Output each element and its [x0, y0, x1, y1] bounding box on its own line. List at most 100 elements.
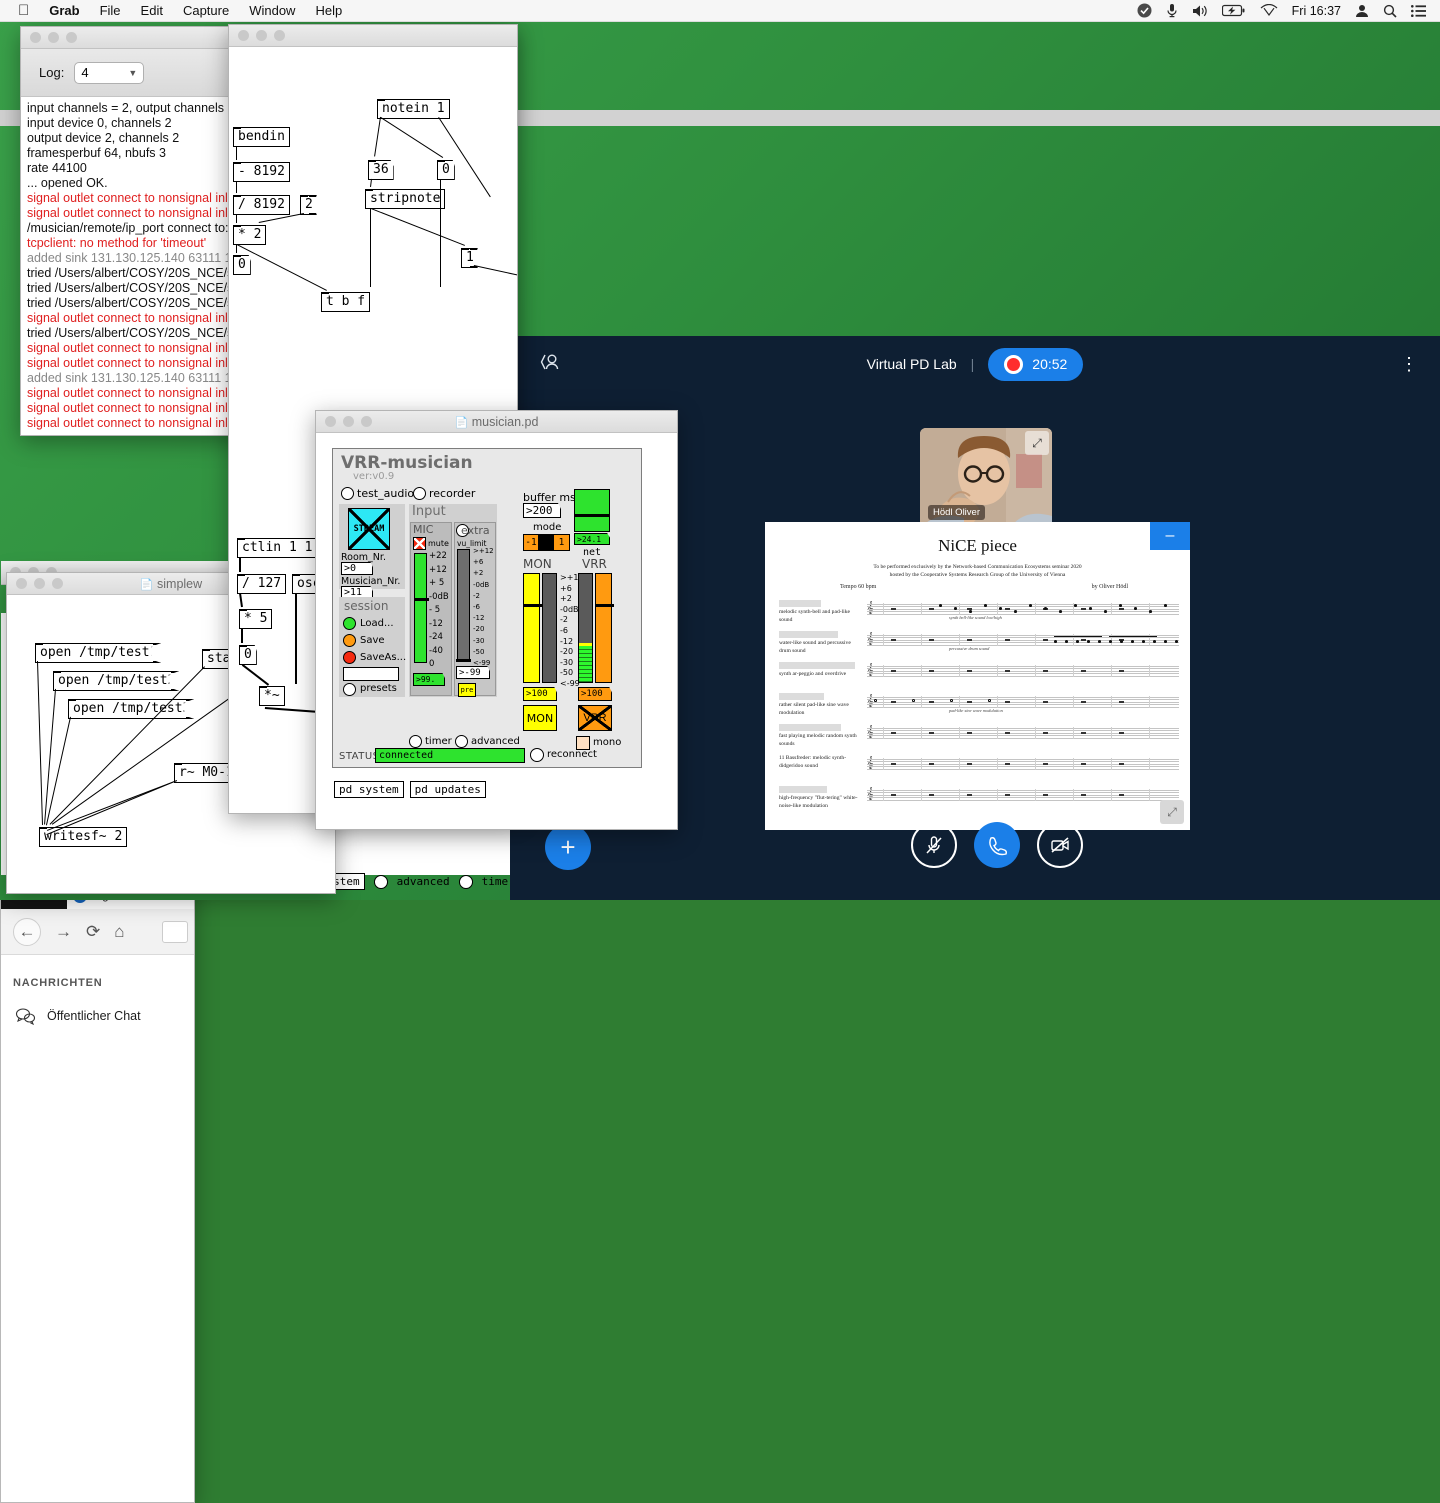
microphone-icon[interactable]	[1166, 3, 1178, 18]
pd-object[interactable]: bendin	[233, 127, 290, 147]
reload-icon[interactable]: ⟳	[86, 922, 100, 942]
close-icon[interactable]	[30, 32, 41, 43]
menubar-item-capture[interactable]: Capture	[183, 3, 229, 18]
pd-object[interactable]: *~	[259, 686, 285, 706]
more-vertical-icon[interactable]: ⋮	[1400, 355, 1418, 373]
pd-object[interactable]: / 127	[237, 574, 287, 594]
pd-updates-button[interactable]: pd updates	[409, 781, 486, 798]
mon-button[interactable]: MON	[523, 705, 557, 731]
pd-object[interactable]: t b f	[321, 292, 371, 312]
log-level-select[interactable]: 4 ▼	[74, 61, 145, 84]
pd-object[interactable]: open /tmp/test1	[35, 643, 162, 663]
window-lights[interactable]	[325, 416, 372, 427]
mic-mute-toggle[interactable]	[413, 537, 426, 550]
menubar-clock[interactable]: Fri 16:37	[1292, 4, 1341, 18]
mode-seg-cell[interactable]	[539, 535, 554, 550]
sheet-music-document[interactable]: – NiCE piece To be performed exclusively…	[765, 522, 1190, 830]
minimize-icon[interactable]: –	[1150, 522, 1190, 550]
home-icon[interactable]: ⌂	[114, 922, 124, 942]
hangup-button[interactable]	[974, 822, 1020, 868]
mono-toggle[interactable]	[576, 736, 590, 750]
macos-menubar[interactable]:  Grab File Edit Capture Window Help Fri 16:3…	[0, 0, 1440, 22]
mon-slider[interactable]	[523, 573, 542, 683]
session-bang[interactable]	[343, 634, 356, 647]
minimize-icon[interactable]	[256, 30, 267, 41]
zoom-icon[interactable]	[361, 416, 372, 427]
vu-limit-value[interactable]: >-99	[456, 666, 490, 679]
vrr-button[interactable]: VRR	[578, 705, 612, 731]
battery-charging-icon[interactable]	[1221, 4, 1246, 17]
window-lights[interactable]	[30, 32, 77, 43]
vu-limit-slider[interactable]	[457, 549, 470, 661]
apple-logo-icon[interactable]: 	[18, 3, 29, 18]
vrr-value[interactable]: >100	[578, 687, 612, 701]
browser-navbar[interactable]: ← → ⟳ ⌂	[1, 909, 194, 955]
close-icon[interactable]	[16, 578, 27, 589]
pd-object[interactable]: 0	[437, 160, 455, 180]
mode-seg-cell[interactable]: 1	[554, 535, 569, 550]
presets-toggle[interactable]	[343, 683, 356, 696]
mon-value[interactable]: >100	[523, 687, 557, 701]
pd-system-button[interactable]: pd system	[334, 781, 404, 798]
session-name-field[interactable]	[343, 667, 399, 681]
window-lights[interactable]	[238, 30, 285, 41]
musician-titlebar[interactable]: 📄 musician.pd	[316, 411, 677, 433]
pd-object[interactable]: stripnote	[365, 189, 446, 209]
pd-object[interactable]: 36	[368, 160, 394, 180]
pd-object[interactable]: writesf~ 2	[39, 827, 128, 847]
pd-object[interactable]: open /tmp/test3	[68, 699, 195, 719]
mic-toggle-button[interactable]	[911, 822, 957, 868]
minimize-icon[interactable]	[48, 32, 59, 43]
pd-object[interactable]: * 2	[233, 225, 267, 245]
advanced-toggle[interactable]	[373, 874, 388, 889]
pd-object[interactable]: - 8192	[233, 162, 290, 182]
participant-video-tile[interactable]: ⤢ Hödl Oliver	[920, 428, 1052, 528]
add-button[interactable]: +	[545, 824, 591, 870]
zoom-icon[interactable]	[52, 578, 63, 589]
menubar-status-area[interactable]: Fri 16:37	[1137, 3, 1426, 18]
menubar-item-help[interactable]: Help	[315, 3, 342, 18]
pd-object[interactable]: / 8192	[233, 195, 290, 215]
pre-button[interactable]: pre	[458, 683, 476, 697]
zoom-icon[interactable]	[274, 30, 285, 41]
public-chat-item[interactable]: Öffentlicher Chat	[15, 1007, 194, 1025]
forward-arrow-icon[interactable]: →	[55, 922, 72, 942]
close-icon[interactable]	[238, 30, 249, 41]
search-icon[interactable]	[1383, 4, 1397, 18]
mic-level-handle[interactable]	[414, 598, 429, 601]
reconnect-toggle[interactable]	[530, 748, 544, 762]
test-audio-toggle[interactable]	[341, 487, 354, 500]
browser-window-bigbluebutton[interactable]: b BigBlueB ← → ⟳ ⌂ NACHRICHTEN Öffentlic…	[0, 592, 195, 1503]
address-bar[interactable]	[162, 920, 188, 943]
vrr-slider[interactable]	[595, 573, 614, 683]
menubar-item-window[interactable]: Window	[249, 3, 295, 18]
pd-object[interactable]: 2	[300, 195, 317, 215]
mic-value[interactable]: >99.	[413, 673, 445, 686]
window-lights[interactable]	[16, 578, 63, 589]
timer-toggle[interactable]	[458, 874, 473, 889]
minimize-icon[interactable]	[343, 416, 354, 427]
pd-object[interactable]: 0	[233, 255, 251, 275]
minimize-icon[interactable]	[34, 578, 45, 589]
advanced-toggle[interactable]	[455, 735, 468, 748]
session-bang[interactable]	[343, 651, 356, 664]
wifi-icon[interactable]	[1260, 4, 1278, 17]
mode-seg-cell[interactable]: -1	[524, 535, 539, 550]
back-arrow-icon[interactable]: ←	[13, 917, 41, 946]
pd-object[interactable]: * 5	[239, 609, 273, 629]
buffer-value[interactable]: >200	[523, 503, 561, 518]
session-bang[interactable]	[343, 617, 356, 630]
menubar-items[interactable]: Grab File Edit Capture Window Help	[29, 3, 342, 18]
timer-toggle[interactable]	[409, 735, 422, 748]
menubar-item-grab[interactable]: Grab	[49, 3, 79, 18]
stream-toggle[interactable]: STREAM	[348, 508, 390, 550]
pd-object[interactable]: ctlin 1 1	[237, 538, 318, 558]
expand-icon[interactable]: ⤢	[1025, 431, 1049, 455]
recorder-toggle[interactable]	[413, 487, 426, 500]
vu-limit-handle[interactable]	[456, 659, 471, 662]
camera-toggle-button[interactable]	[1037, 822, 1083, 868]
musician-canvas[interactable]: VRR-musicianver:v0.9 test_audio recorder ST…	[316, 433, 677, 829]
net-value[interactable]: >24.1	[574, 533, 610, 545]
vrr-slider-handle[interactable]	[595, 604, 614, 607]
list-icon[interactable]	[1411, 4, 1426, 17]
